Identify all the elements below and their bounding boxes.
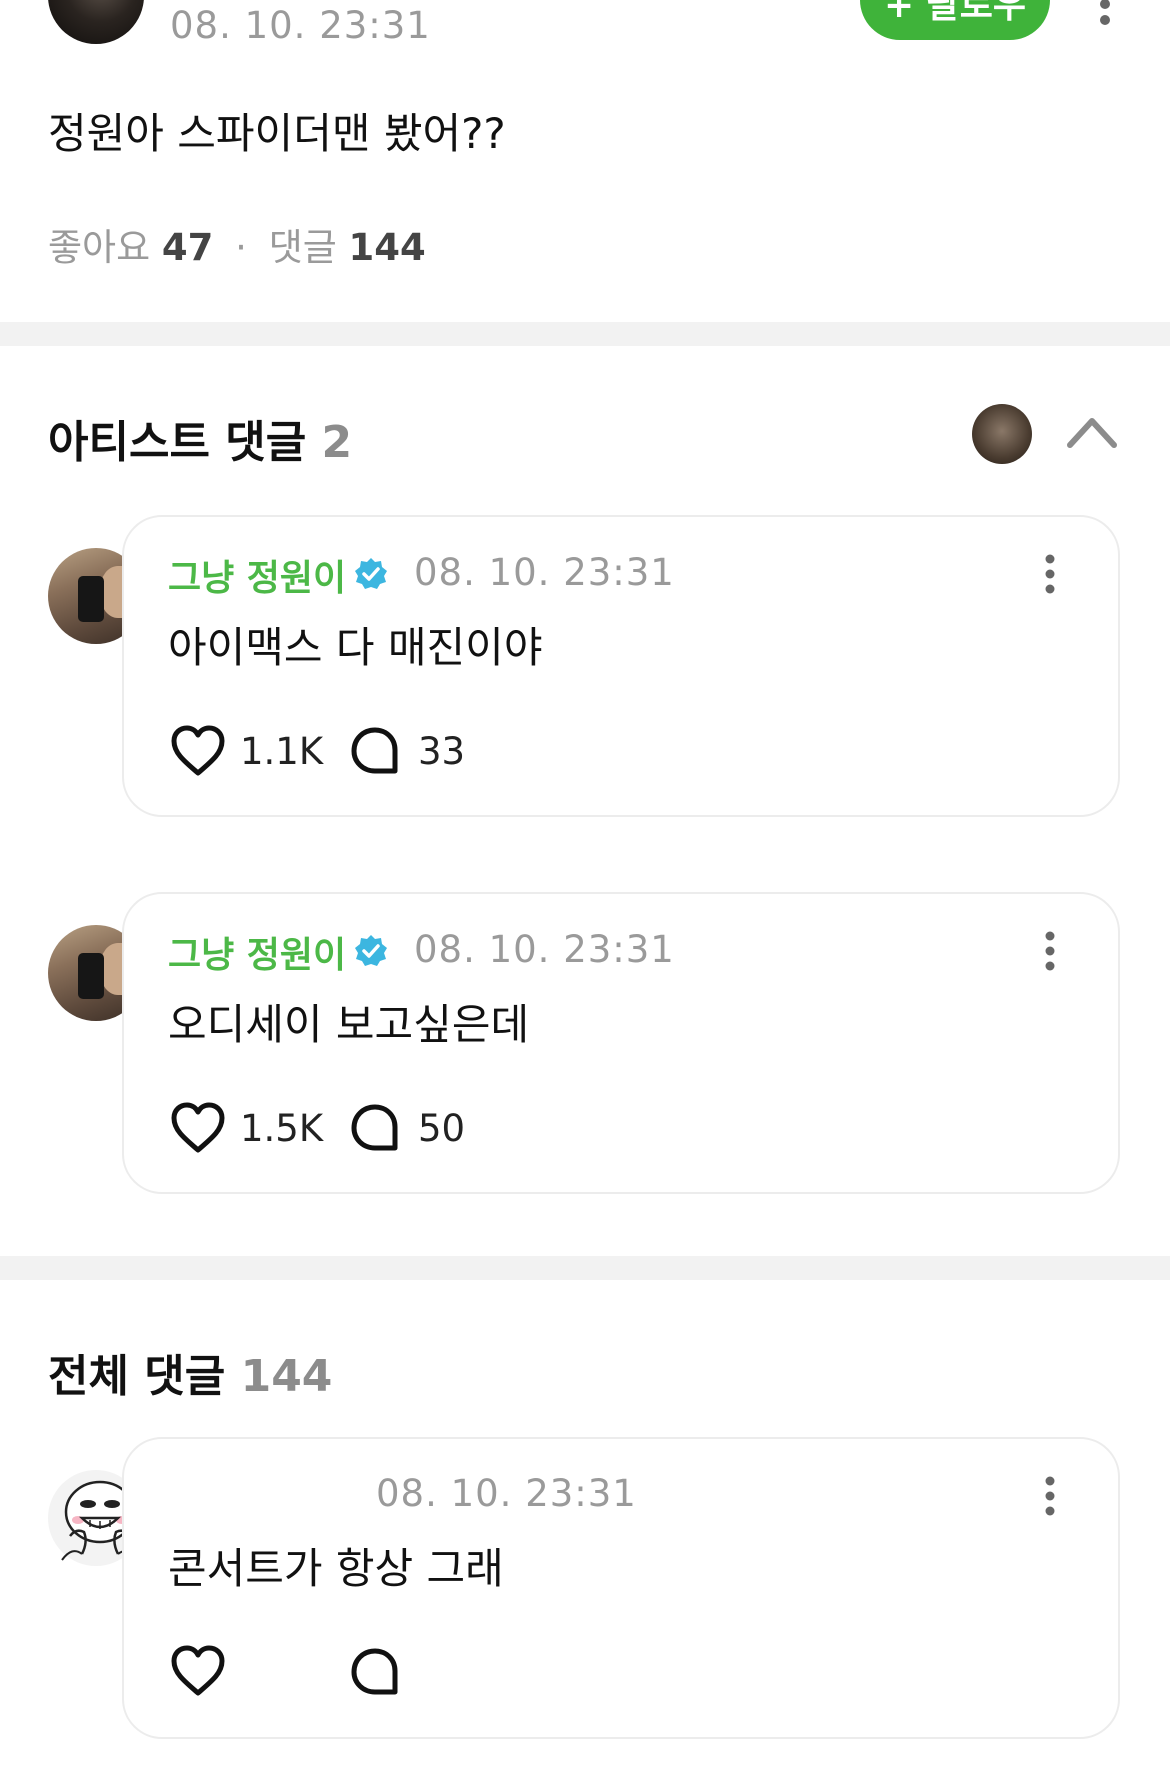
comment-bubble-icon[interactable] xyxy=(350,726,400,776)
section-divider xyxy=(0,1256,1170,1280)
comments-label: 댓글 xyxy=(268,226,337,269)
comment-text: 오디세이 보고싶은데 xyxy=(168,1000,530,1049)
comment-author[interactable]: 그냥 정원이 xyxy=(168,926,346,978)
likes-label: 좋아요 xyxy=(48,226,151,269)
heart-icon[interactable] xyxy=(170,725,226,777)
comment-timestamp: 08. 10. 23:31 xyxy=(376,1472,637,1515)
section-divider xyxy=(0,322,1170,346)
more-vertical-icon[interactable] xyxy=(1043,1476,1057,1516)
all-comments-count: 144 xyxy=(240,1351,333,1402)
verified-badge-icon xyxy=(355,558,387,589)
comment-timestamp: 08. 10. 23:31 xyxy=(414,551,675,594)
reply-count: 50 xyxy=(418,1107,466,1150)
post-stats: 좋아요 47 · 댓글 144 xyxy=(48,217,426,271)
artist-comments-count: 2 xyxy=(321,417,353,468)
follow-button[interactable]: + 팔로우 xyxy=(860,0,1050,40)
likes-count: 47 xyxy=(161,226,214,269)
artist-avatar-thumb[interactable] xyxy=(972,404,1032,464)
more-vertical-icon[interactable] xyxy=(1098,0,1112,40)
comment-text: 콘서트가 항상 그래 xyxy=(168,1544,504,1593)
comments-count: 144 xyxy=(348,226,426,269)
like-count: 1.5K xyxy=(240,1107,324,1150)
chevron-up-icon[interactable] xyxy=(1066,413,1118,449)
more-vertical-icon[interactable] xyxy=(1043,554,1057,594)
post-body-text: 정원아 스파이더맨 봤어?? xyxy=(48,109,506,158)
all-comments-label: 전체 댓글 xyxy=(48,1351,226,1402)
heart-icon[interactable] xyxy=(170,1102,226,1154)
verified-badge-icon xyxy=(355,935,387,966)
comment-text: 아이맥스 다 매진이야 xyxy=(168,623,543,672)
heart-icon[interactable] xyxy=(170,1645,226,1697)
like-count: 1.1K xyxy=(240,730,324,773)
post-timestamp: 08. 10. 23:31 xyxy=(170,4,431,47)
stats-separator: · xyxy=(235,226,247,269)
artist-comments-title: 아티스트 댓글 2 xyxy=(48,406,352,470)
comment-timestamp: 08. 10. 23:31 xyxy=(414,928,675,971)
post-author-avatar[interactable] xyxy=(48,0,144,44)
more-vertical-icon[interactable] xyxy=(1043,931,1057,971)
all-comments-title: 전체 댓글 144 xyxy=(48,1340,332,1404)
reply-count: 33 xyxy=(418,730,466,773)
artist-comments-label: 아티스트 댓글 xyxy=(48,417,307,468)
comment-author[interactable]: 그냥 정원이 xyxy=(168,549,346,601)
comment-bubble-icon[interactable] xyxy=(350,1103,400,1153)
comment-bubble-icon[interactable] xyxy=(350,1647,400,1697)
